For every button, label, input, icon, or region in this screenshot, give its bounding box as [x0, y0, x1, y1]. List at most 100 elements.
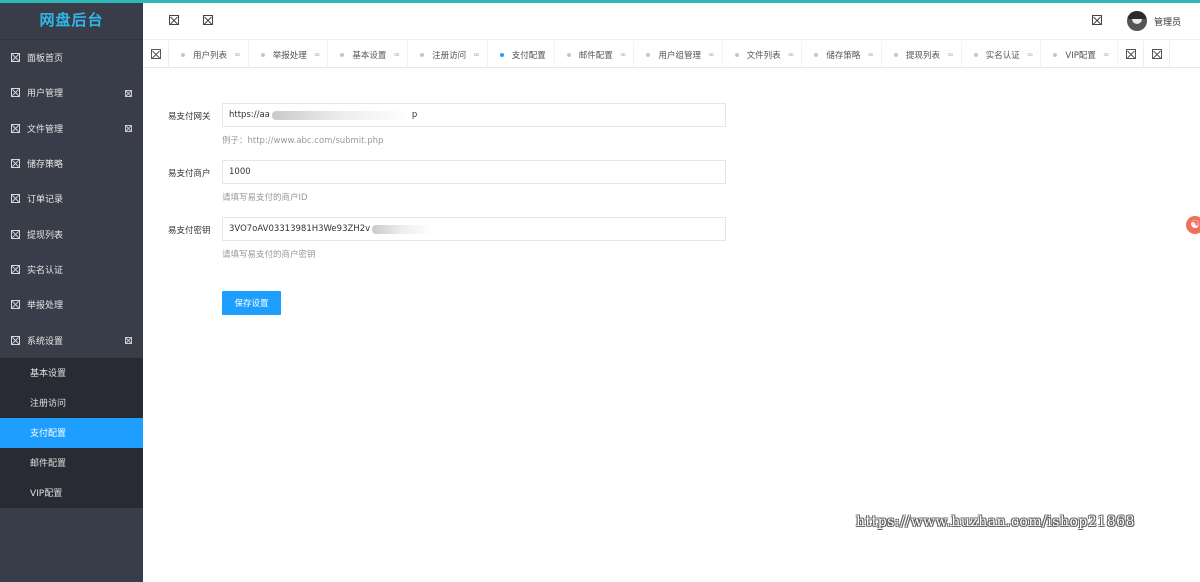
- tab-dot-icon: [260, 52, 265, 57]
- tab-dot-icon: [566, 52, 571, 57]
- sidebar-item-label: 举报处理: [27, 301, 64, 312]
- scroll-left-icon: [151, 49, 161, 59]
- tab-realname[interactable]: 实名认证 ∞: [962, 41, 1042, 68]
- gateway-hint: 例子：http://www.abc.com/submit.php: [222, 136, 384, 146]
- avatar[interactable]: [1127, 11, 1147, 31]
- tab-label: 文件列表: [746, 50, 781, 61]
- tab-close-icon[interactable]: ∞: [620, 50, 627, 59]
- gateway-value-tail: p: [411, 110, 418, 120]
- tab-dot-icon: [646, 52, 651, 57]
- merchant-input[interactable]: 1000: [222, 160, 726, 184]
- tab-close-icon[interactable]: ∞: [393, 50, 400, 59]
- fullscreen-icon[interactable]: [1092, 15, 1102, 25]
- tab-close-icon[interactable]: ∞: [1027, 50, 1034, 59]
- sidebar-subitem-vip[interactable]: VIP配置: [0, 478, 143, 508]
- sidebar-subitem-basic[interactable]: 基本设置: [0, 358, 143, 388]
- tab-close-icon[interactable]: ∞: [867, 50, 874, 59]
- tab-user-list[interactable]: 用户列表 ∞: [169, 41, 249, 68]
- expand-arrow-icon: [125, 125, 132, 133]
- settings-icon: [11, 335, 20, 345]
- tab-close-icon[interactable]: ∞: [708, 50, 715, 59]
- tab-label: 注册访问: [432, 50, 467, 61]
- users-icon: [11, 88, 20, 98]
- id-card-icon: [11, 264, 20, 274]
- toggle-sidebar-icon[interactable]: [169, 15, 179, 25]
- sidebar-subitem-mail[interactable]: 邮件配置: [0, 448, 143, 478]
- gateway-input[interactable]: https://aa p: [222, 103, 726, 127]
- tab-close-icon[interactable]: ∞: [314, 50, 321, 59]
- sidebar-item-label: 储存策略: [27, 160, 64, 171]
- tab-file-list[interactable]: 文件列表 ∞: [723, 41, 803, 68]
- sidebar-item-label: 订单记录: [27, 195, 64, 206]
- tab-label: 邮件配置: [578, 50, 613, 61]
- merchant-label: 易支付商户: [168, 169, 211, 179]
- sidebar-item-files[interactable]: 文件管理: [0, 111, 143, 146]
- tab-label: 举报处理: [272, 50, 307, 61]
- tab-label: 基本设置: [352, 50, 387, 61]
- app-logo[interactable]: 网盘后台: [0, 0, 143, 40]
- secret-value: 3VO7oAV03313981H3We93ZH2v: [229, 224, 371, 234]
- report-icon: [11, 300, 20, 310]
- tab-payment[interactable]: 支付配置: [488, 41, 555, 68]
- tab-close-icon[interactable]: ∞: [1103, 50, 1110, 59]
- top-accent-line: [0, 0, 1200, 3]
- sidebar-item-reports[interactable]: 举报处理: [0, 287, 143, 322]
- sidebar-item-label: 用户管理: [27, 89, 64, 100]
- username[interactable]: 管理员: [1154, 15, 1181, 28]
- tab-withdrawals[interactable]: 提现列表 ∞: [882, 41, 962, 68]
- watermark: https://www.huzhan.com/ishop21868: [856, 514, 1135, 530]
- tab-label: VIP配置: [1065, 50, 1096, 61]
- sidebar-item-label: 提现列表: [27, 230, 64, 241]
- sidebar-item-orders[interactable]: 订单记录: [0, 181, 143, 216]
- scroll-right-icon: [1125, 49, 1136, 59]
- expand-arrow-icon: [125, 89, 132, 97]
- tab-reports[interactable]: 举报处理 ∞: [249, 41, 329, 68]
- sidebar-item-settings[interactable]: 系统设置: [0, 322, 143, 357]
- merchant-hint: 请填写易支付的商户ID: [222, 193, 308, 203]
- sidebar-item-realname[interactable]: 实名认证: [0, 252, 143, 287]
- tab-dot-icon: [814, 52, 819, 57]
- tab-user-groups[interactable]: 用户组管理 ∞: [634, 41, 723, 68]
- tab-storage[interactable]: 储存策略 ∞: [802, 41, 883, 68]
- sidebar-item-storage[interactable]: 储存策略: [0, 146, 143, 181]
- floating-helper-icon[interactable]: ☯: [1186, 216, 1200, 234]
- sidebar-item-label: 实名认证: [27, 265, 64, 276]
- tab-dot-icon: [181, 52, 185, 57]
- sidebar-subitem-payment[interactable]: 支付配置: [0, 417, 143, 448]
- sidebar-item-dashboard[interactable]: 面板首页: [0, 40, 143, 75]
- sidebar-subitem-register[interactable]: 注册访问: [0, 388, 143, 418]
- orders-icon: [11, 194, 20, 204]
- tabs-menu-icon: [1151, 49, 1162, 59]
- tab-vip[interactable]: VIP配置 ∞: [1041, 41, 1118, 68]
- tabs-menu[interactable]: [1144, 41, 1170, 68]
- redaction-blur: [271, 110, 412, 120]
- tab-dot-icon: [499, 52, 504, 57]
- secret-hint: 请填写易支付的商户密钥: [222, 250, 316, 260]
- sidebar-item-withdrawals[interactable]: 提现列表: [0, 216, 143, 251]
- refresh-icon[interactable]: [203, 15, 213, 25]
- top-header: 管理员: [143, 3, 1200, 40]
- sidebar-item-label: 文件管理: [27, 124, 64, 135]
- tab-close-icon[interactable]: ∞: [947, 50, 954, 59]
- tab-dot-icon: [973, 52, 978, 57]
- tab-dot-icon: [1053, 52, 1058, 57]
- tab-basic-settings[interactable]: 基本设置 ∞: [328, 41, 409, 68]
- gateway-label: 易支付网关: [168, 112, 211, 122]
- sidebar-item-users[interactable]: 用户管理: [0, 75, 143, 110]
- tab-close-icon[interactable]: ∞: [788, 50, 795, 59]
- secret-input[interactable]: 3VO7oAV03313981H3We93ZH2v: [222, 217, 726, 241]
- tabs-scroll-right[interactable]: [1118, 41, 1144, 68]
- tab-label: 支付配置: [511, 50, 546, 61]
- tab-close-icon[interactable]: ∞: [473, 50, 480, 59]
- tab-register[interactable]: 注册访问 ∞: [408, 41, 488, 68]
- merchant-value: 1000: [229, 167, 251, 177]
- sidebar: 网盘后台 面板首页 用户管理 文件管理 储存策略 订单记录 提现列表 实名认证 …: [0, 0, 143, 582]
- save-button[interactable]: 保存设置: [222, 291, 281, 315]
- tabs-bar: 用户列表 ∞ 举报处理 ∞ 基本设置 ∞ 注册访问 ∞ 支付配置 邮件配置 ∞ 用户组管理…: [143, 41, 1200, 68]
- tab-dot-icon: [734, 52, 739, 57]
- tab-mail[interactable]: 邮件配置 ∞: [555, 41, 635, 68]
- tab-close-icon[interactable]: ∞: [234, 50, 241, 59]
- settings-submenu: 基本设置 注册访问 支付配置 邮件配置 VIP配置: [0, 357, 143, 508]
- dashboard-icon: [11, 53, 20, 63]
- tabs-scroll-left[interactable]: [143, 41, 169, 68]
